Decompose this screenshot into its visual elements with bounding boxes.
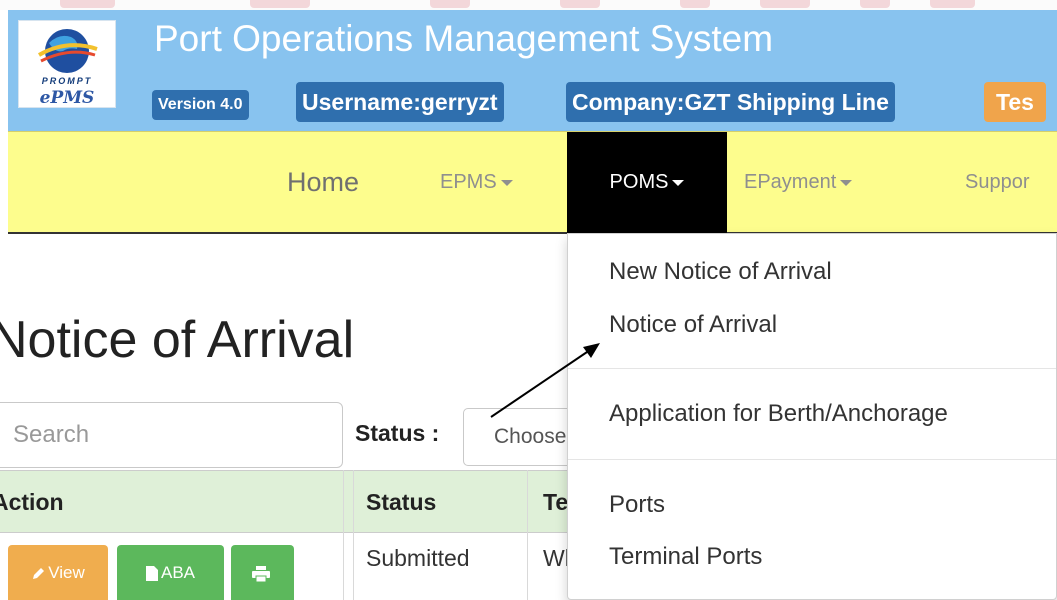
company-badge: Company:GZT Shipping Line <box>566 82 895 122</box>
caret-down-icon <box>840 179 853 186</box>
menu-item-terminal-ports[interactable]: Terminal Ports <box>609 543 762 571</box>
row-status-cell: Submitted <box>366 545 470 571</box>
nav-poms[interactable]: POMS <box>567 132 727 233</box>
nav-epayment[interactable]: EPayment <box>744 132 853 233</box>
menu-item-application-for-berth-anchorage[interactable]: Application for Berth/Anchorage <box>609 400 948 428</box>
print-button[interactable] <box>231 545 294 600</box>
top-decorative-strip <box>0 0 1057 10</box>
pencil-icon <box>33 567 45 579</box>
column-header-status: Status <box>366 489 437 515</box>
column-divider <box>343 470 344 600</box>
menu-item-new-notice-of-arrival[interactable]: New Notice of Arrival <box>609 258 832 286</box>
status-filter-label: Status : <box>355 420 440 446</box>
view-button-label: View <box>48 563 85 582</box>
globe-logo-icon <box>38 29 98 73</box>
menu-divider <box>568 368 1056 369</box>
version-badge: Version 4.0 <box>152 90 249 120</box>
username-badge: Username:gerryzt <box>296 82 504 122</box>
nav-poms-label: POMS <box>609 171 669 193</box>
aba-button-label: ABA <box>160 563 196 582</box>
column-divider <box>353 470 354 600</box>
nav-support[interactable]: Suppor <box>965 132 1030 233</box>
column-header-action: Action <box>0 489 64 515</box>
nav-home-label: Home <box>287 167 360 197</box>
nav-support-label: Suppor <box>965 171 1030 193</box>
page-title: Notice of Arrival <box>0 311 355 369</box>
print-icon <box>252 565 270 583</box>
nav-epms[interactable]: EPMS <box>440 132 513 233</box>
epms-logo[interactable]: PROMPT ePMS <box>18 20 116 108</box>
nav-epayment-label: EPayment <box>744 171 837 193</box>
nav-home[interactable]: Home <box>287 132 359 233</box>
caret-down-icon <box>500 179 513 186</box>
menu-item-notice-of-arrival[interactable]: Notice of Arrival <box>609 311 777 339</box>
row-te-cell: Wl <box>543 545 570 571</box>
app-header: PROMPT ePMS Port Operations Management S… <box>8 10 1057 131</box>
view-button[interactable]: View <box>8 545 108 600</box>
menu-divider <box>568 459 1056 460</box>
column-divider <box>527 470 528 600</box>
file-icon <box>145 566 158 582</box>
search-input[interactable] <box>0 402 343 468</box>
column-header-te: Te <box>543 489 569 515</box>
app-title: Port Operations Management System <box>154 18 774 59</box>
logo-prompt-text: PROMPT <box>41 76 93 86</box>
aba-button[interactable]: ABA <box>117 545 224 600</box>
poms-dropdown-menu: New Notice of Arrival Notice of Arrival … <box>567 233 1057 600</box>
menu-item-ports[interactable]: Ports <box>609 491 665 519</box>
nav-epms-label: EPMS <box>440 171 497 193</box>
logo-epms-text: ePMS <box>39 88 95 108</box>
main-navbar: Home EPMS POMS EPayment Suppor <box>8 131 1057 234</box>
caret-down-icon <box>672 179 685 186</box>
environment-badge: Tes <box>984 82 1046 122</box>
